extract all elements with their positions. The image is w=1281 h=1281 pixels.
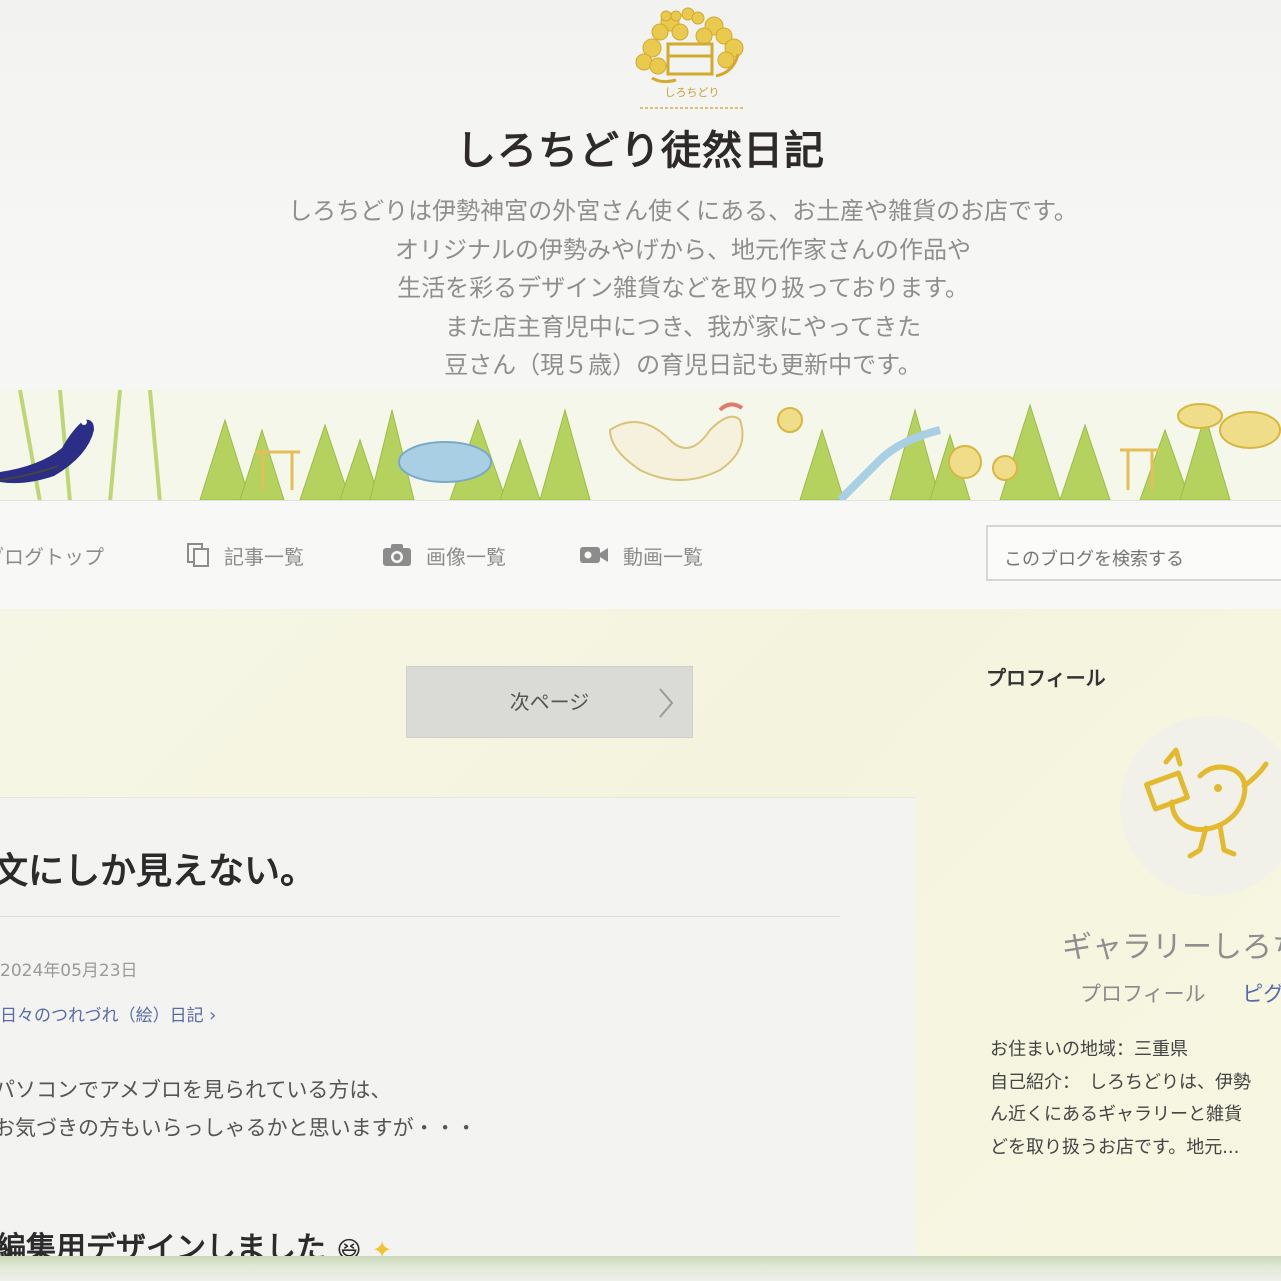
chevron-right-icon <box>659 688 674 718</box>
nav-blog-top-label: ブログトップ <box>0 544 104 569</box>
profile-link[interactable]: プロフィール <box>1080 982 1206 1006</box>
blog-description: しろちどりは伊勢神宮の外宮さん使くにある、お土産や雑貨のお店です。 オリジナルの… <box>0 192 1281 385</box>
next-page-label: 次ページ <box>509 690 590 714</box>
shop-logo-icon[interactable]: しろちどり <box>622 4 762 116</box>
article-body-line: お気づきの方もいらっしゃるかと思いますが・・・ <box>0 1116 477 1140</box>
article-title[interactable]: 文にしか見えない。 <box>0 842 316 894</box>
logo-caption: しろちどり <box>665 86 720 99</box>
next-page-button[interactable]: 次ページ <box>406 666 693 738</box>
blog-search-input[interactable] <box>986 525 1281 581</box>
chevron-right-icon: › <box>209 1005 217 1026</box>
description-line: オリジナルの伊勢みやげから、地元作家さんの作品や <box>395 235 971 264</box>
profile-info: お住まいの地域：三重県 自己紹介： しろちどりは、伊勢 ん近くにあるギャラリーと… <box>990 1034 1251 1164</box>
camera-icon <box>383 544 411 566</box>
profile-links: プロフィール ピグの <box>1080 978 1281 1008</box>
description-line: しろちどりは伊勢神宮の外宮さん使くにある、お土産や雑貨のお店です。 <box>288 197 1078 225</box>
blog-title[interactable]: しろちどり徒然日記 <box>0 118 1281 176</box>
article-theme-label: 日々のつれづれ（絵）日記 <box>0 1006 204 1026</box>
bottom-edge <box>0 1256 1281 1281</box>
profile-info-line: お住まいの地域：三重県 <box>990 1039 1188 1060</box>
profile-info-line: ん近くにあるギャラリーと雑貨 <box>990 1104 1242 1125</box>
description-line: 豆さん（現５歳）の育児日記も更新中です。 <box>444 351 922 379</box>
blog-navigation: ブログトップ 記事一覧 画像一覧 動画一覧 <box>0 500 1281 610</box>
article-card: 文にしか見えない。 2024年05月23日 日々のつれづれ（絵）日記 › パソコ… <box>0 797 916 1268</box>
documents-icon <box>187 543 209 567</box>
header-banner-illustration <box>0 390 1281 502</box>
profile-name[interactable]: ギャラリーしろち <box>1062 922 1281 966</box>
pigg-link[interactable]: ピグの <box>1242 982 1281 1006</box>
article-date: 2024年05月23日 <box>0 961 138 981</box>
nav-image-list-label: 画像一覧 <box>426 544 506 569</box>
article-theme-link[interactable]: 日々のつれづれ（絵）日記 › <box>0 1001 216 1026</box>
sidebar-profile-heading: プロフィール <box>986 666 1106 690</box>
nav-article-list-label: 記事一覧 <box>224 544 304 569</box>
article-body-line: パソコンでアメブロを見られている方は、 <box>0 1078 392 1102</box>
profile-info-line: 自己紹介： しろちどりは、伊勢 <box>990 1071 1251 1093</box>
nav-video-list-label: 動画一覧 <box>623 544 703 569</box>
nav-video-list[interactable]: 動画一覧 <box>579 537 703 573</box>
nav-blog-top[interactable]: ブログトップ <box>0 537 104 573</box>
nav-article-list[interactable]: 記事一覧 <box>186 537 304 573</box>
nav-image-list[interactable]: 画像一覧 <box>382 537 506 573</box>
description-line: 生活を彩るデザイン雑貨などを取り扱っております。 <box>397 274 969 302</box>
blog-header: しろちどり しろちどり徒然日記 しろちどりは伊勢神宮の外宮さん使くにある、お土産… <box>0 0 1281 502</box>
profile-info-line: どを取り扱うお店です。地元... <box>990 1136 1240 1158</box>
description-line: また店主育児中につき、我が家にやってきた <box>444 312 922 341</box>
article-body: パソコンでアメブロを見られている方は、 お気づきの方もいらっしゃるかと思いますが… <box>0 1071 477 1147</box>
article-divider <box>0 916 840 917</box>
video-camera-icon <box>580 547 608 563</box>
